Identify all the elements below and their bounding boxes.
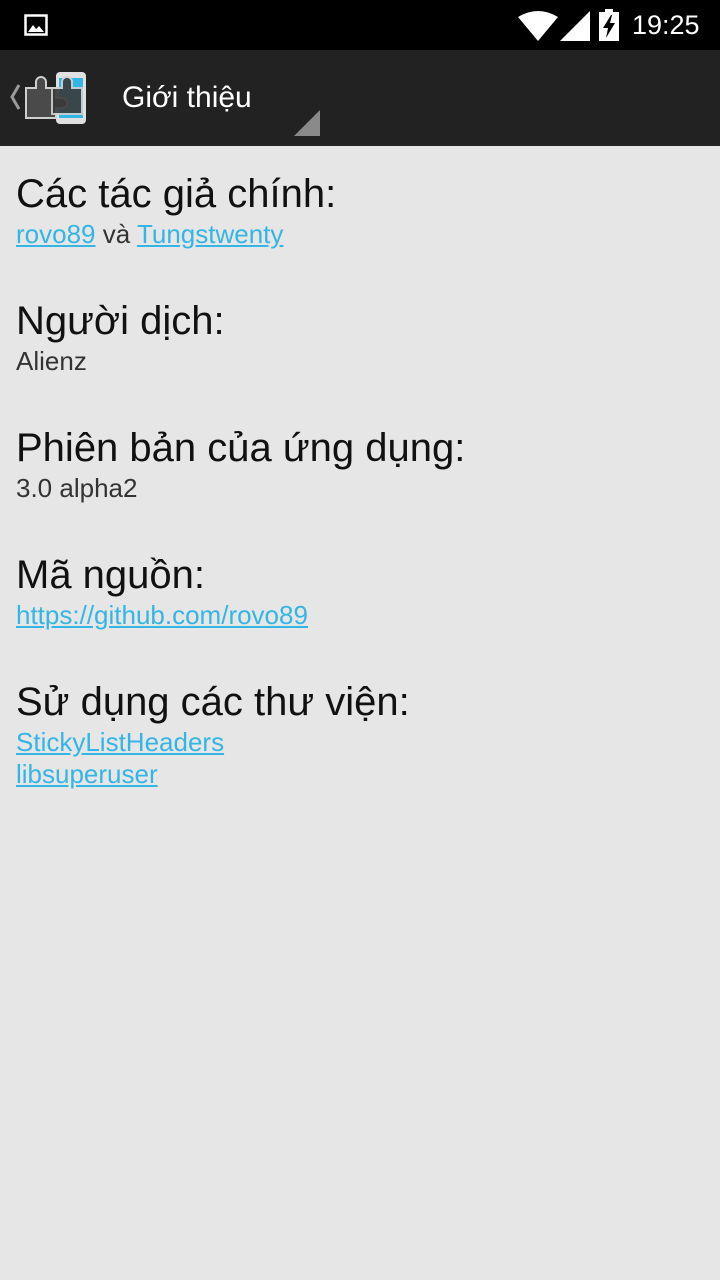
- version-heading: Phiên bản của ứng dụng:: [16, 426, 466, 470]
- authors-heading: Các tác giả chính:: [16, 172, 337, 216]
- gallery-icon: [24, 14, 48, 36]
- libraries-section: Sử dụng các thư viện: StickyListHeaders …: [16, 678, 704, 790]
- signal-icon: [560, 11, 590, 41]
- library-link-stickylistheaders[interactable]: StickyListHeaders: [16, 727, 224, 757]
- spinner-corner-icon: [294, 110, 320, 136]
- library-item: libsuperuser: [16, 758, 704, 790]
- authors-section: Các tác giả chính: rovo89 và Tungstwenty: [16, 170, 704, 250]
- version-section: Phiên bản của ứng dụng: 3.0 alpha2: [16, 424, 704, 504]
- author-link-rovo89[interactable]: rovo89: [16, 219, 96, 249]
- source-section: Mã nguồn: https://github.com/rovo89: [16, 551, 704, 631]
- authors-value: rovo89 và Tungstwenty: [16, 218, 704, 250]
- battery-charging-icon: [599, 9, 619, 41]
- library-item: StickyListHeaders: [16, 726, 704, 758]
- source-link[interactable]: https://github.com/rovo89: [16, 600, 308, 630]
- action-bar: Giới thiệu: [0, 50, 720, 146]
- status-bar: 19:25: [0, 0, 720, 50]
- library-link-libsuperuser[interactable]: libsuperuser: [16, 759, 158, 789]
- libraries-heading: Sử dụng các thư viện:: [16, 680, 410, 724]
- title-spinner[interactable]: Giới thiệu: [104, 60, 324, 136]
- translator-section: Người dịch: Alienz: [16, 297, 704, 377]
- source-heading: Mã nguồn:: [16, 553, 206, 597]
- up-button[interactable]: [0, 60, 100, 136]
- authors-separator: và: [102, 219, 131, 249]
- up-caret-icon: [10, 84, 21, 110]
- page-title: Giới thiệu: [122, 81, 252, 114]
- status-clock: 19:25: [632, 10, 700, 40]
- version-value: 3.0 alpha2: [16, 473, 138, 503]
- puzzle-app-icon: [25, 72, 86, 124]
- source-value: https://github.com/rovo89: [16, 599, 704, 631]
- author-link-tungstwenty[interactable]: Tungstwenty: [137, 219, 283, 249]
- wifi-icon: [518, 11, 558, 41]
- translator-heading: Người dịch:: [16, 299, 225, 343]
- translator-value: Alienz: [16, 346, 87, 376]
